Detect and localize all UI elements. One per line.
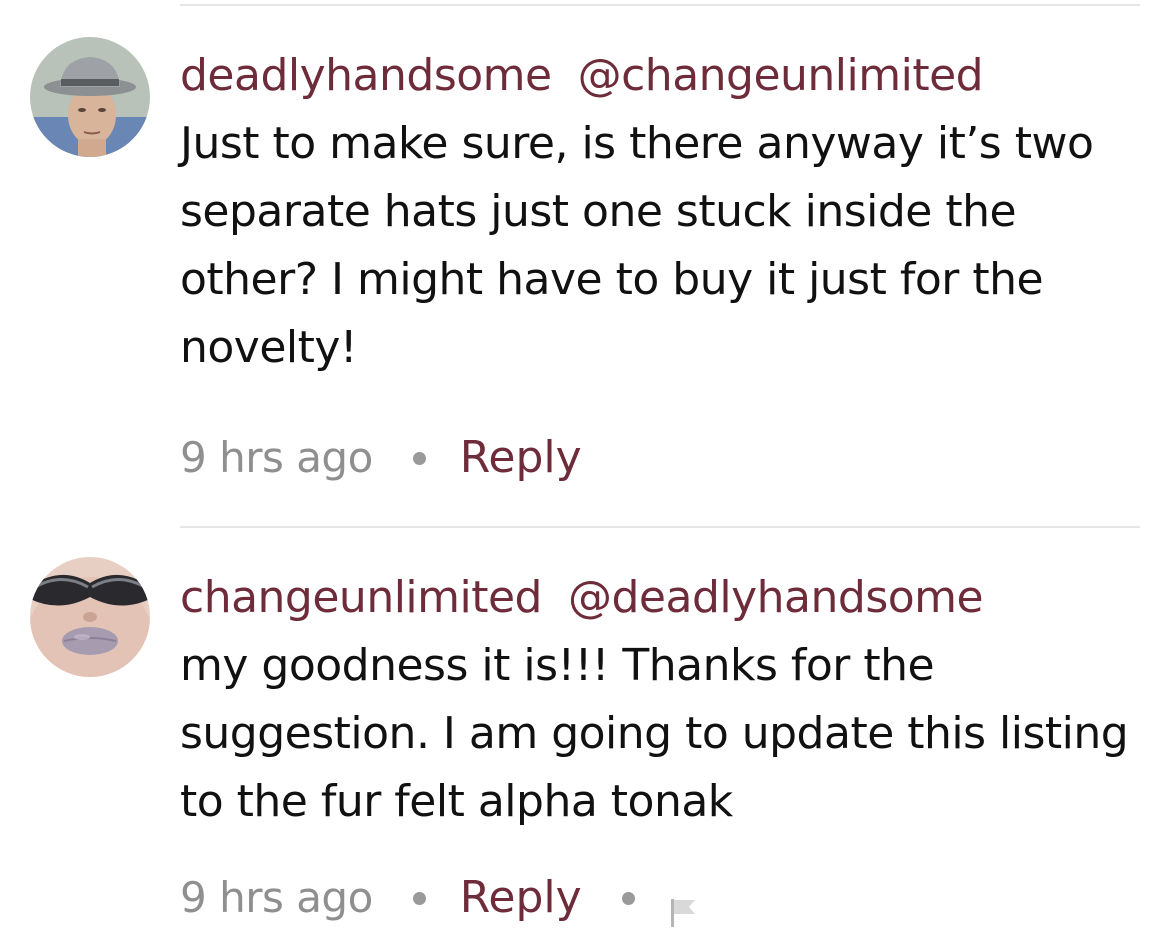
avatar-woman-sunglasses-icon [30,557,150,677]
comment-body: Just to make sure, is there anyway it’s … [180,118,1094,373]
flag-icon[interactable] [669,883,697,927]
comment-meta: 9 hrs ago Reply [180,428,1150,488]
separator-dot [412,451,426,465]
username-link[interactable]: deadlyhandsome [180,50,552,101]
reply-button[interactable]: Reply [460,428,582,488]
mention-link[interactable]: @deadlyhandsome [568,572,984,623]
separator-dot [412,891,426,905]
user-avatar[interactable] [30,37,150,157]
comment-meta: 9 hrs ago Reply [180,868,1150,928]
username-link[interactable]: changeunlimited [180,572,543,623]
timestamp: 9 hrs ago [180,873,373,922]
separator-dot [621,891,635,905]
comment-header: changeunlimited @deadlyhandsome [180,564,1150,632]
comment-header: deadlyhandsome @changeunlimited [180,42,1150,110]
top-divider [180,4,1140,6]
reply-button[interactable]: Reply [460,868,582,928]
timestamp: 9 hrs ago [180,433,373,482]
user-avatar[interactable] [30,557,150,677]
mention-link[interactable]: @changeunlimited [578,50,984,101]
comment-divider [180,526,1140,528]
comment-body: my goodness it is!!! Thanks for the sugg… [180,640,1129,827]
avatar-man-fedora-icon [30,37,150,157]
